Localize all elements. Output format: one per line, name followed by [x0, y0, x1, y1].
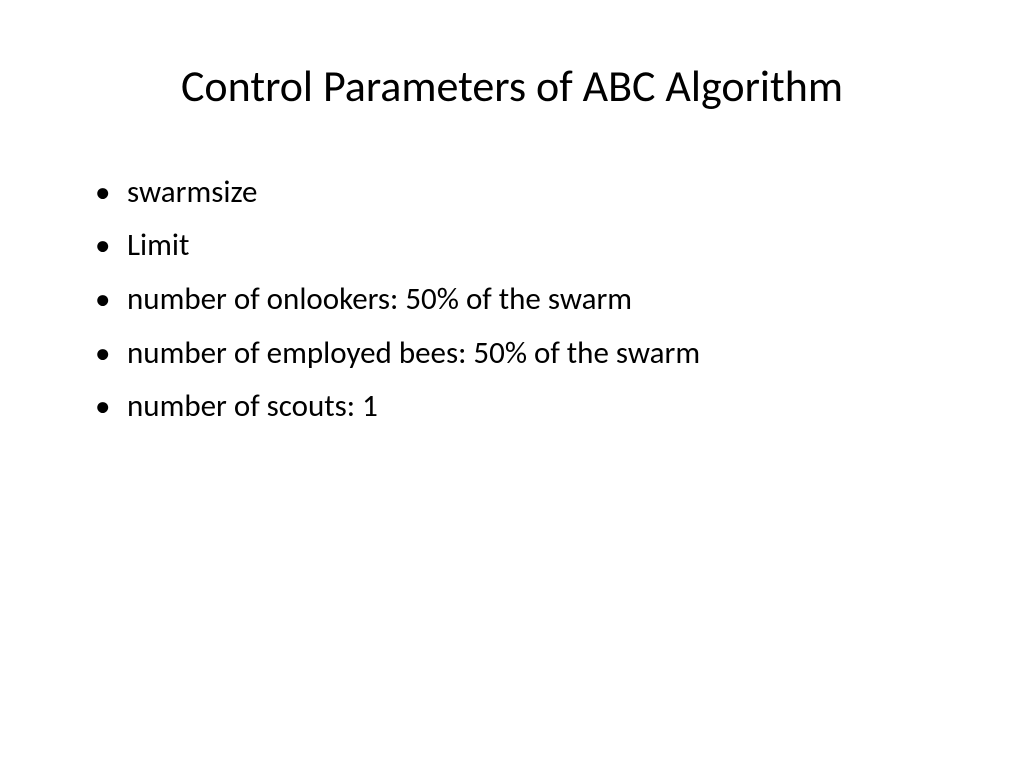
list-item: number of onlookers: 50% of the swarm	[95, 275, 949, 325]
bullet-list: swarmsize Limit number of onlookers: 50%…	[75, 168, 949, 432]
list-item: Limit	[95, 221, 949, 271]
list-item: number of scouts: 1	[95, 382, 949, 432]
slide-title: Control Parameters of ABC Algorithm	[75, 60, 949, 113]
slide-container: Control Parameters of ABC Algorithm swar…	[0, 0, 1024, 768]
list-item: swarmsize	[95, 168, 949, 218]
list-item: number of employed bees: 50% of the swar…	[95, 329, 949, 379]
